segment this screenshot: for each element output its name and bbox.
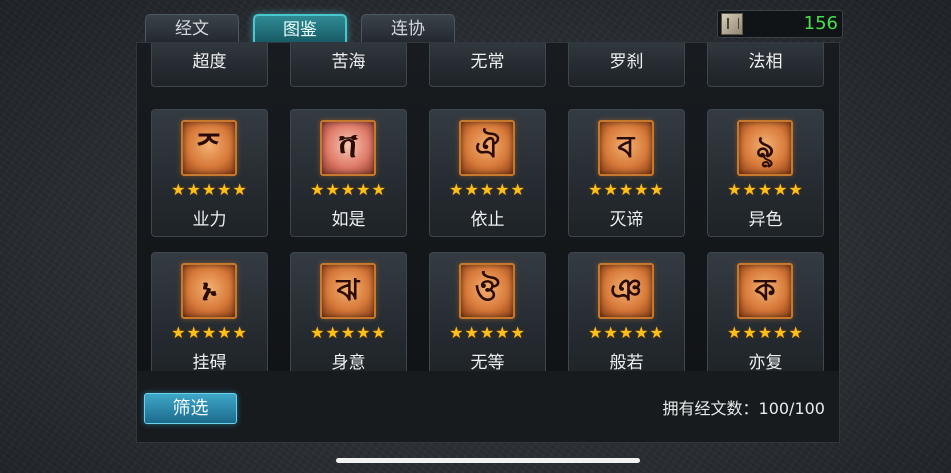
sanskrit-seal-icon: ቫ bbox=[320, 120, 376, 176]
scripture-card[interactable]: ঝ ★★★★★ 身意 bbox=[290, 252, 407, 371]
scroll-icon bbox=[721, 13, 743, 35]
scripture-card[interactable]: 超度 bbox=[151, 43, 268, 87]
currency-value: 156 bbox=[803, 13, 838, 34]
star-rating: ★★★★★ bbox=[310, 323, 387, 342]
scripture-card[interactable]: ৡ ★★★★★ 异色 bbox=[707, 109, 824, 237]
scripture-card[interactable]: ঞ ★★★★★ 般若 bbox=[568, 252, 685, 371]
scripture-name: 无等 bbox=[470, 353, 505, 371]
scripture-name: 无常 bbox=[470, 52, 505, 72]
sanskrit-seal-icon: ক bbox=[737, 263, 793, 319]
scripture-card[interactable]: 无常 bbox=[429, 43, 546, 87]
scripture-name: 苦海 bbox=[331, 52, 366, 72]
star-rating: ★★★★★ bbox=[449, 180, 526, 199]
star-rating: ★★★★★ bbox=[588, 323, 665, 342]
scripture-name: 超度 bbox=[192, 52, 227, 72]
codex-window: 经文 图鉴 连协 156 超度 苦海 无常 罗刹 法相 ᅎ ★★★★★ 业力 ቫ… bbox=[133, 0, 843, 443]
scripture-grid[interactable]: 超度 苦海 无常 罗刹 法相 ᅎ ★★★★★ 业力 ቫ ★★★★★ 如是 ঐ ★… bbox=[137, 43, 839, 371]
panel-footer: 筛选 拥有经文数：100/100 bbox=[137, 371, 839, 442]
tab-scriptures[interactable]: 经文 bbox=[145, 14, 239, 43]
sanskrit-seal-icon: ঝ bbox=[320, 263, 376, 319]
codex-panel: 超度 苦海 无常 罗刹 法相 ᅎ ★★★★★ 业力 ቫ ★★★★★ 如是 ঐ ★… bbox=[136, 42, 840, 443]
sanskrit-seal-icon: ৡ bbox=[737, 120, 793, 176]
sanskrit-seal-icon: ঞ bbox=[598, 263, 654, 319]
tab-combos[interactable]: 连协 bbox=[361, 14, 455, 43]
scripture-name: 依止 bbox=[470, 210, 505, 230]
scripture-name: 异色 bbox=[748, 210, 783, 230]
scripture-name: 灭谛 bbox=[609, 210, 644, 230]
scripture-card[interactable]: ᅎ ★★★★★ 业力 bbox=[151, 109, 268, 237]
scripture-card[interactable]: ঔ ★★★★★ 无等 bbox=[429, 252, 546, 371]
star-rating: ★★★★★ bbox=[727, 180, 804, 199]
scripture-name: 身意 bbox=[331, 353, 366, 371]
filter-button[interactable]: 筛选 bbox=[144, 393, 237, 424]
scripture-card[interactable]: 苦海 bbox=[290, 43, 407, 87]
scripture-card[interactable]: ঐ ★★★★★ 依止 bbox=[429, 109, 546, 237]
star-rating: ★★★★★ bbox=[171, 323, 248, 342]
home-indicator[interactable] bbox=[336, 458, 640, 463]
owned-count: 拥有经文数：100/100 bbox=[662, 399, 825, 418]
star-rating: ★★★★★ bbox=[171, 180, 248, 199]
scripture-name: 如是 bbox=[331, 210, 366, 230]
tab-codex[interactable]: 图鉴 bbox=[253, 14, 347, 43]
scripture-card[interactable]: 罗刹 bbox=[568, 43, 685, 87]
scripture-name: 法相 bbox=[748, 52, 783, 72]
sanskrit-seal-icon: ኑ bbox=[181, 263, 237, 319]
star-rating: ★★★★★ bbox=[310, 180, 387, 199]
sanskrit-seal-icon: ব bbox=[598, 120, 654, 176]
scripture-card[interactable]: ক ★★★★★ 亦复 bbox=[707, 252, 824, 371]
star-rating: ★★★★★ bbox=[727, 323, 804, 342]
scripture-name: 亦复 bbox=[748, 353, 783, 371]
star-rating: ★★★★★ bbox=[588, 180, 665, 199]
sanskrit-seal-icon: ঔ bbox=[459, 263, 515, 319]
star-rating: ★★★★★ bbox=[449, 323, 526, 342]
scripture-card[interactable]: 法相 bbox=[707, 43, 824, 87]
scripture-card[interactable]: ব ★★★★★ 灭谛 bbox=[568, 109, 685, 237]
scripture-card[interactable]: ቫ ★★★★★ 如是 bbox=[290, 109, 407, 237]
sanskrit-seal-icon: ᅎ bbox=[181, 120, 237, 176]
currency-display: 156 bbox=[717, 10, 843, 38]
scripture-name: 挂碍 bbox=[192, 353, 227, 371]
scripture-name: 般若 bbox=[609, 353, 644, 371]
scripture-card[interactable]: ኑ ★★★★★ 挂碍 bbox=[151, 252, 268, 371]
scripture-name: 业力 bbox=[192, 210, 227, 230]
scripture-name: 罗刹 bbox=[609, 52, 644, 72]
sanskrit-seal-icon: ঐ bbox=[459, 120, 515, 176]
